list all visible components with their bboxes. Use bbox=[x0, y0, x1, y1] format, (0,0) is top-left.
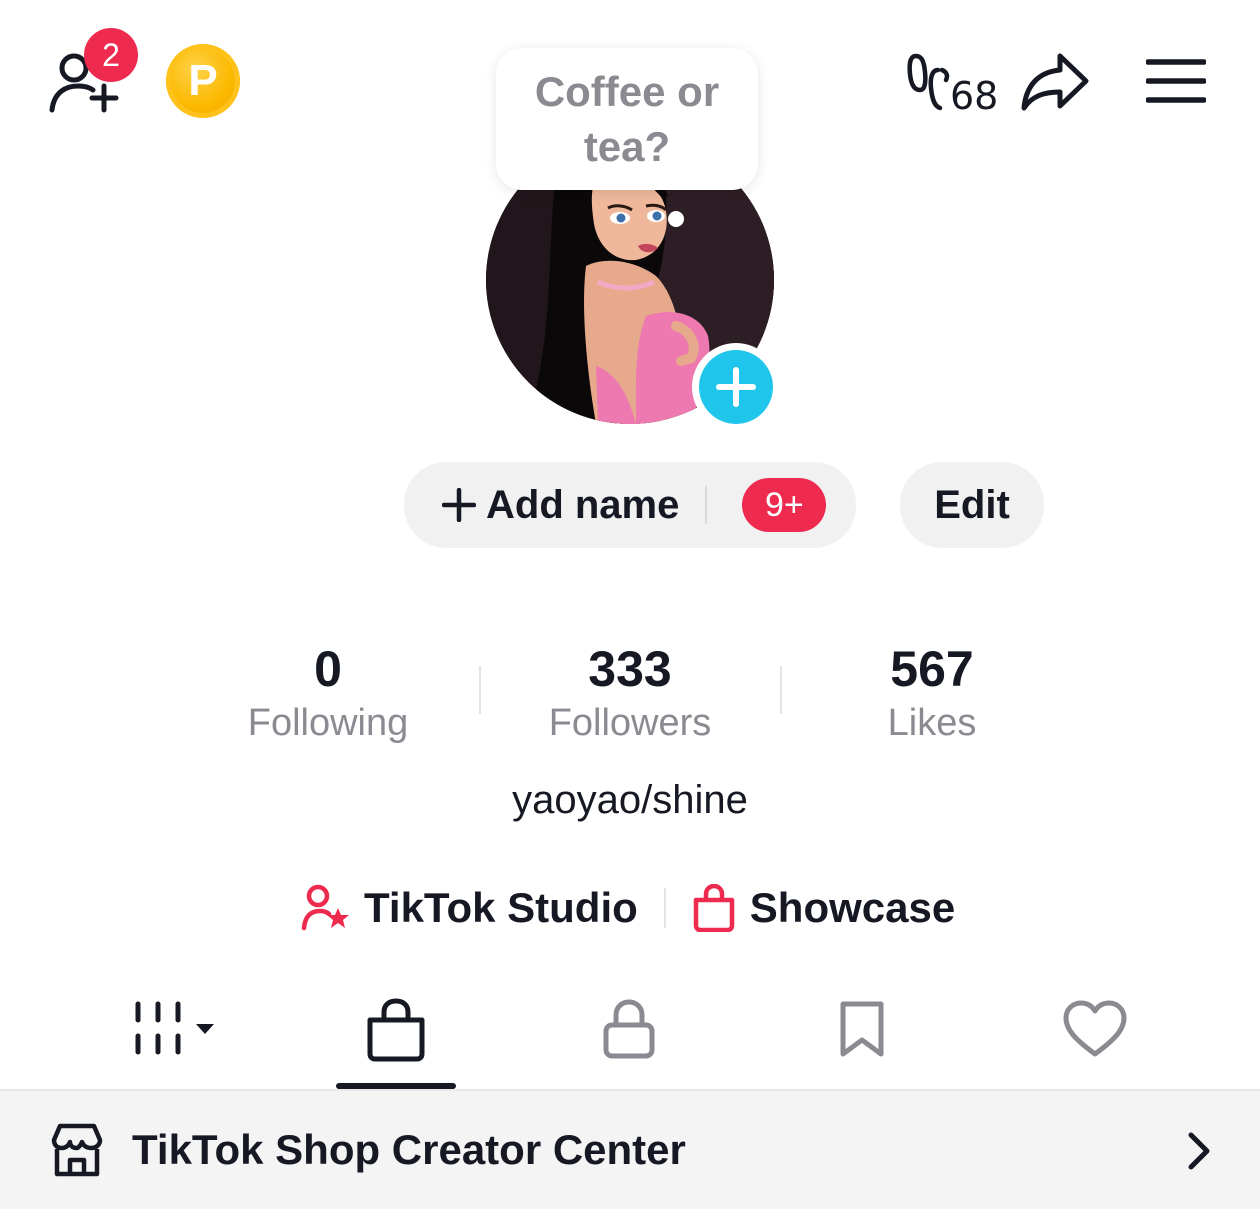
bookmark-icon bbox=[840, 1001, 884, 1057]
coin-icon[interactable]: P bbox=[166, 44, 240, 118]
thoughts-button[interactable]: 68 bbox=[906, 50, 998, 118]
studio-icon bbox=[301, 884, 349, 931]
hamburger-icon bbox=[1146, 59, 1206, 103]
stat-value: 567 bbox=[890, 641, 974, 697]
stat-following[interactable]: 0 Following bbox=[178, 640, 478, 746]
edit-profile-button[interactable]: Edit bbox=[900, 462, 1044, 548]
shop-creator-center-row[interactable]: TikTok Shop Creator Center bbox=[0, 1091, 1260, 1209]
lock-icon bbox=[603, 999, 655, 1059]
notification-badge[interactable]: 9+ bbox=[742, 478, 827, 532]
add-name-button[interactable]: Add name 9+ bbox=[404, 462, 856, 548]
shopping-bag-icon bbox=[367, 998, 425, 1062]
plus-icon bbox=[442, 488, 476, 522]
stat-likes[interactable]: 567 Likes bbox=[782, 640, 1082, 746]
edit-label: Edit bbox=[934, 482, 1010, 527]
change-avatar-button[interactable] bbox=[692, 343, 780, 431]
links-divider bbox=[663, 888, 666, 928]
share-button[interactable] bbox=[1020, 50, 1090, 112]
friend-requests-badge: 2 bbox=[84, 28, 138, 82]
footprint-icon bbox=[907, 53, 950, 111]
tab-liked[interactable] bbox=[1062, 1000, 1128, 1058]
bio-text[interactable]: yaoyao/shine bbox=[0, 778, 1260, 823]
stat-value: 0 bbox=[314, 641, 342, 697]
coin-letter: P bbox=[188, 56, 218, 105]
studio-label: TikTok Studio bbox=[364, 884, 638, 931]
bubble-tail bbox=[668, 211, 684, 227]
tab-videos[interactable] bbox=[132, 1000, 222, 1058]
stat-label: Following bbox=[247, 702, 409, 744]
tab-private[interactable] bbox=[602, 998, 656, 1060]
status-bubble[interactable]: Coffee or tea? bbox=[496, 48, 758, 190]
creator-links: TikTok Studio Showcase bbox=[300, 880, 955, 936]
shopping-bag-icon bbox=[693, 884, 735, 932]
share-icon bbox=[1021, 53, 1089, 111]
thought-count: 68 bbox=[950, 74, 999, 118]
stat-followers[interactable]: 333 Followers bbox=[480, 640, 780, 746]
tiktok-studio-link[interactable]: TikTok Studio bbox=[300, 884, 638, 932]
add-name-label: Add name bbox=[486, 482, 680, 527]
heart-icon bbox=[1063, 1000, 1127, 1057]
status-bubble-text: Coffee or tea? bbox=[534, 68, 720, 170]
plus-icon bbox=[716, 367, 756, 407]
tab-saved[interactable] bbox=[838, 1000, 886, 1058]
plus-circle bbox=[699, 350, 773, 424]
menu-button[interactable] bbox=[1146, 58, 1206, 104]
grid-icon bbox=[135, 1001, 214, 1055]
store-icon bbox=[51, 1123, 103, 1177]
shop-creator-center-label: TikTok Shop Creator Center bbox=[132, 1126, 686, 1173]
chevron-right-icon bbox=[1188, 1132, 1210, 1170]
stat-value: 333 bbox=[588, 641, 672, 697]
tab-shop[interactable] bbox=[366, 998, 426, 1062]
showcase-label: Showcase bbox=[749, 884, 956, 931]
stat-label: Followers bbox=[548, 702, 712, 744]
pill-divider bbox=[705, 486, 708, 524]
stat-label: Likes bbox=[887, 702, 977, 744]
showcase-link[interactable]: Showcase bbox=[692, 884, 955, 932]
